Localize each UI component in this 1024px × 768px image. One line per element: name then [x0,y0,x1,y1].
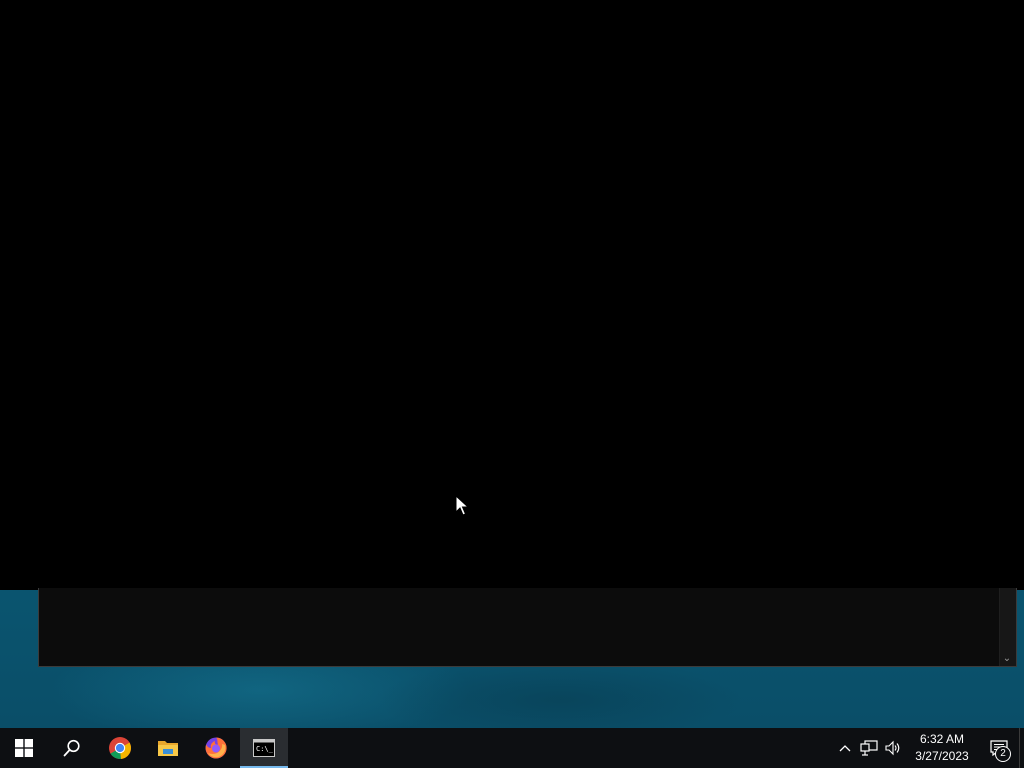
windows-logo-icon [15,739,33,757]
clock-date: 3/27/2023 [915,749,969,763]
fullscreen-black-area [0,0,1024,590]
action-center-button[interactable]: 2 [979,728,1019,768]
firefox-icon [205,737,227,759]
network-button[interactable] [857,728,881,768]
scroll-down-arrow-icon[interactable]: ⌄ [1002,654,1012,664]
notification-count-badge: 2 [995,746,1011,762]
console-scrollbar[interactable]: ⌄ [999,588,1016,666]
search-icon [63,739,80,757]
show-desktop-button[interactable] [1019,728,1024,768]
taskbar-command-prompt[interactable]: C:\_ [240,728,288,768]
chrome-icon [109,737,131,759]
clock-time: 6:32 AM [919,732,965,746]
taskbar-firefox[interactable] [192,728,240,768]
svg-text:C:\_: C:\_ [256,745,274,753]
speaker-icon [885,740,900,756]
mouse-pointer-icon [455,495,469,516]
taskbar-file-explorer[interactable] [144,728,192,768]
show-hidden-icons-button[interactable] [833,728,857,768]
taskbar-chrome[interactable] [96,728,144,768]
start-button[interactable] [0,728,48,768]
taskbar-clock[interactable]: 6:32 AM 3/27/2023 [905,728,979,768]
volume-button[interactable] [881,728,905,768]
system-tray: 6:32 AM 3/27/2023 2 [833,728,1024,768]
taskbar: C:\_ 6:32 AM 3/27/2023 2 [0,728,1024,768]
cmd-icon: C:\_ [253,739,275,757]
folder-icon [158,741,178,756]
network-icon [860,740,878,756]
command-prompt-window[interactable]: ⌄ [38,588,1017,667]
chevron-up-icon [839,745,851,752]
search-button[interactable] [48,728,96,768]
